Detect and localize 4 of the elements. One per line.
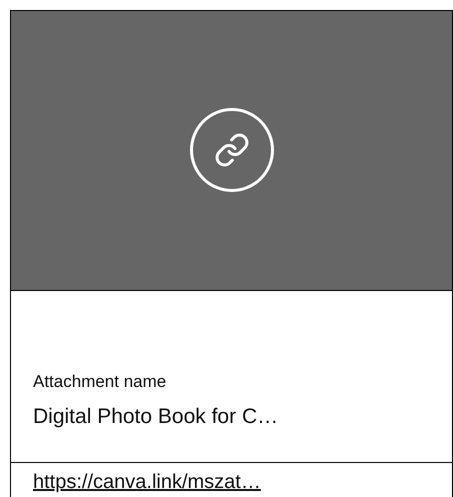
attachment-link[interactable]: https://canva.link/mszat… <box>33 471 261 493</box>
attachment-label: Attachment name <box>33 371 168 393</box>
attachment-name: Digital Photo Book for C… <box>33 404 280 430</box>
link-icon <box>190 108 274 192</box>
